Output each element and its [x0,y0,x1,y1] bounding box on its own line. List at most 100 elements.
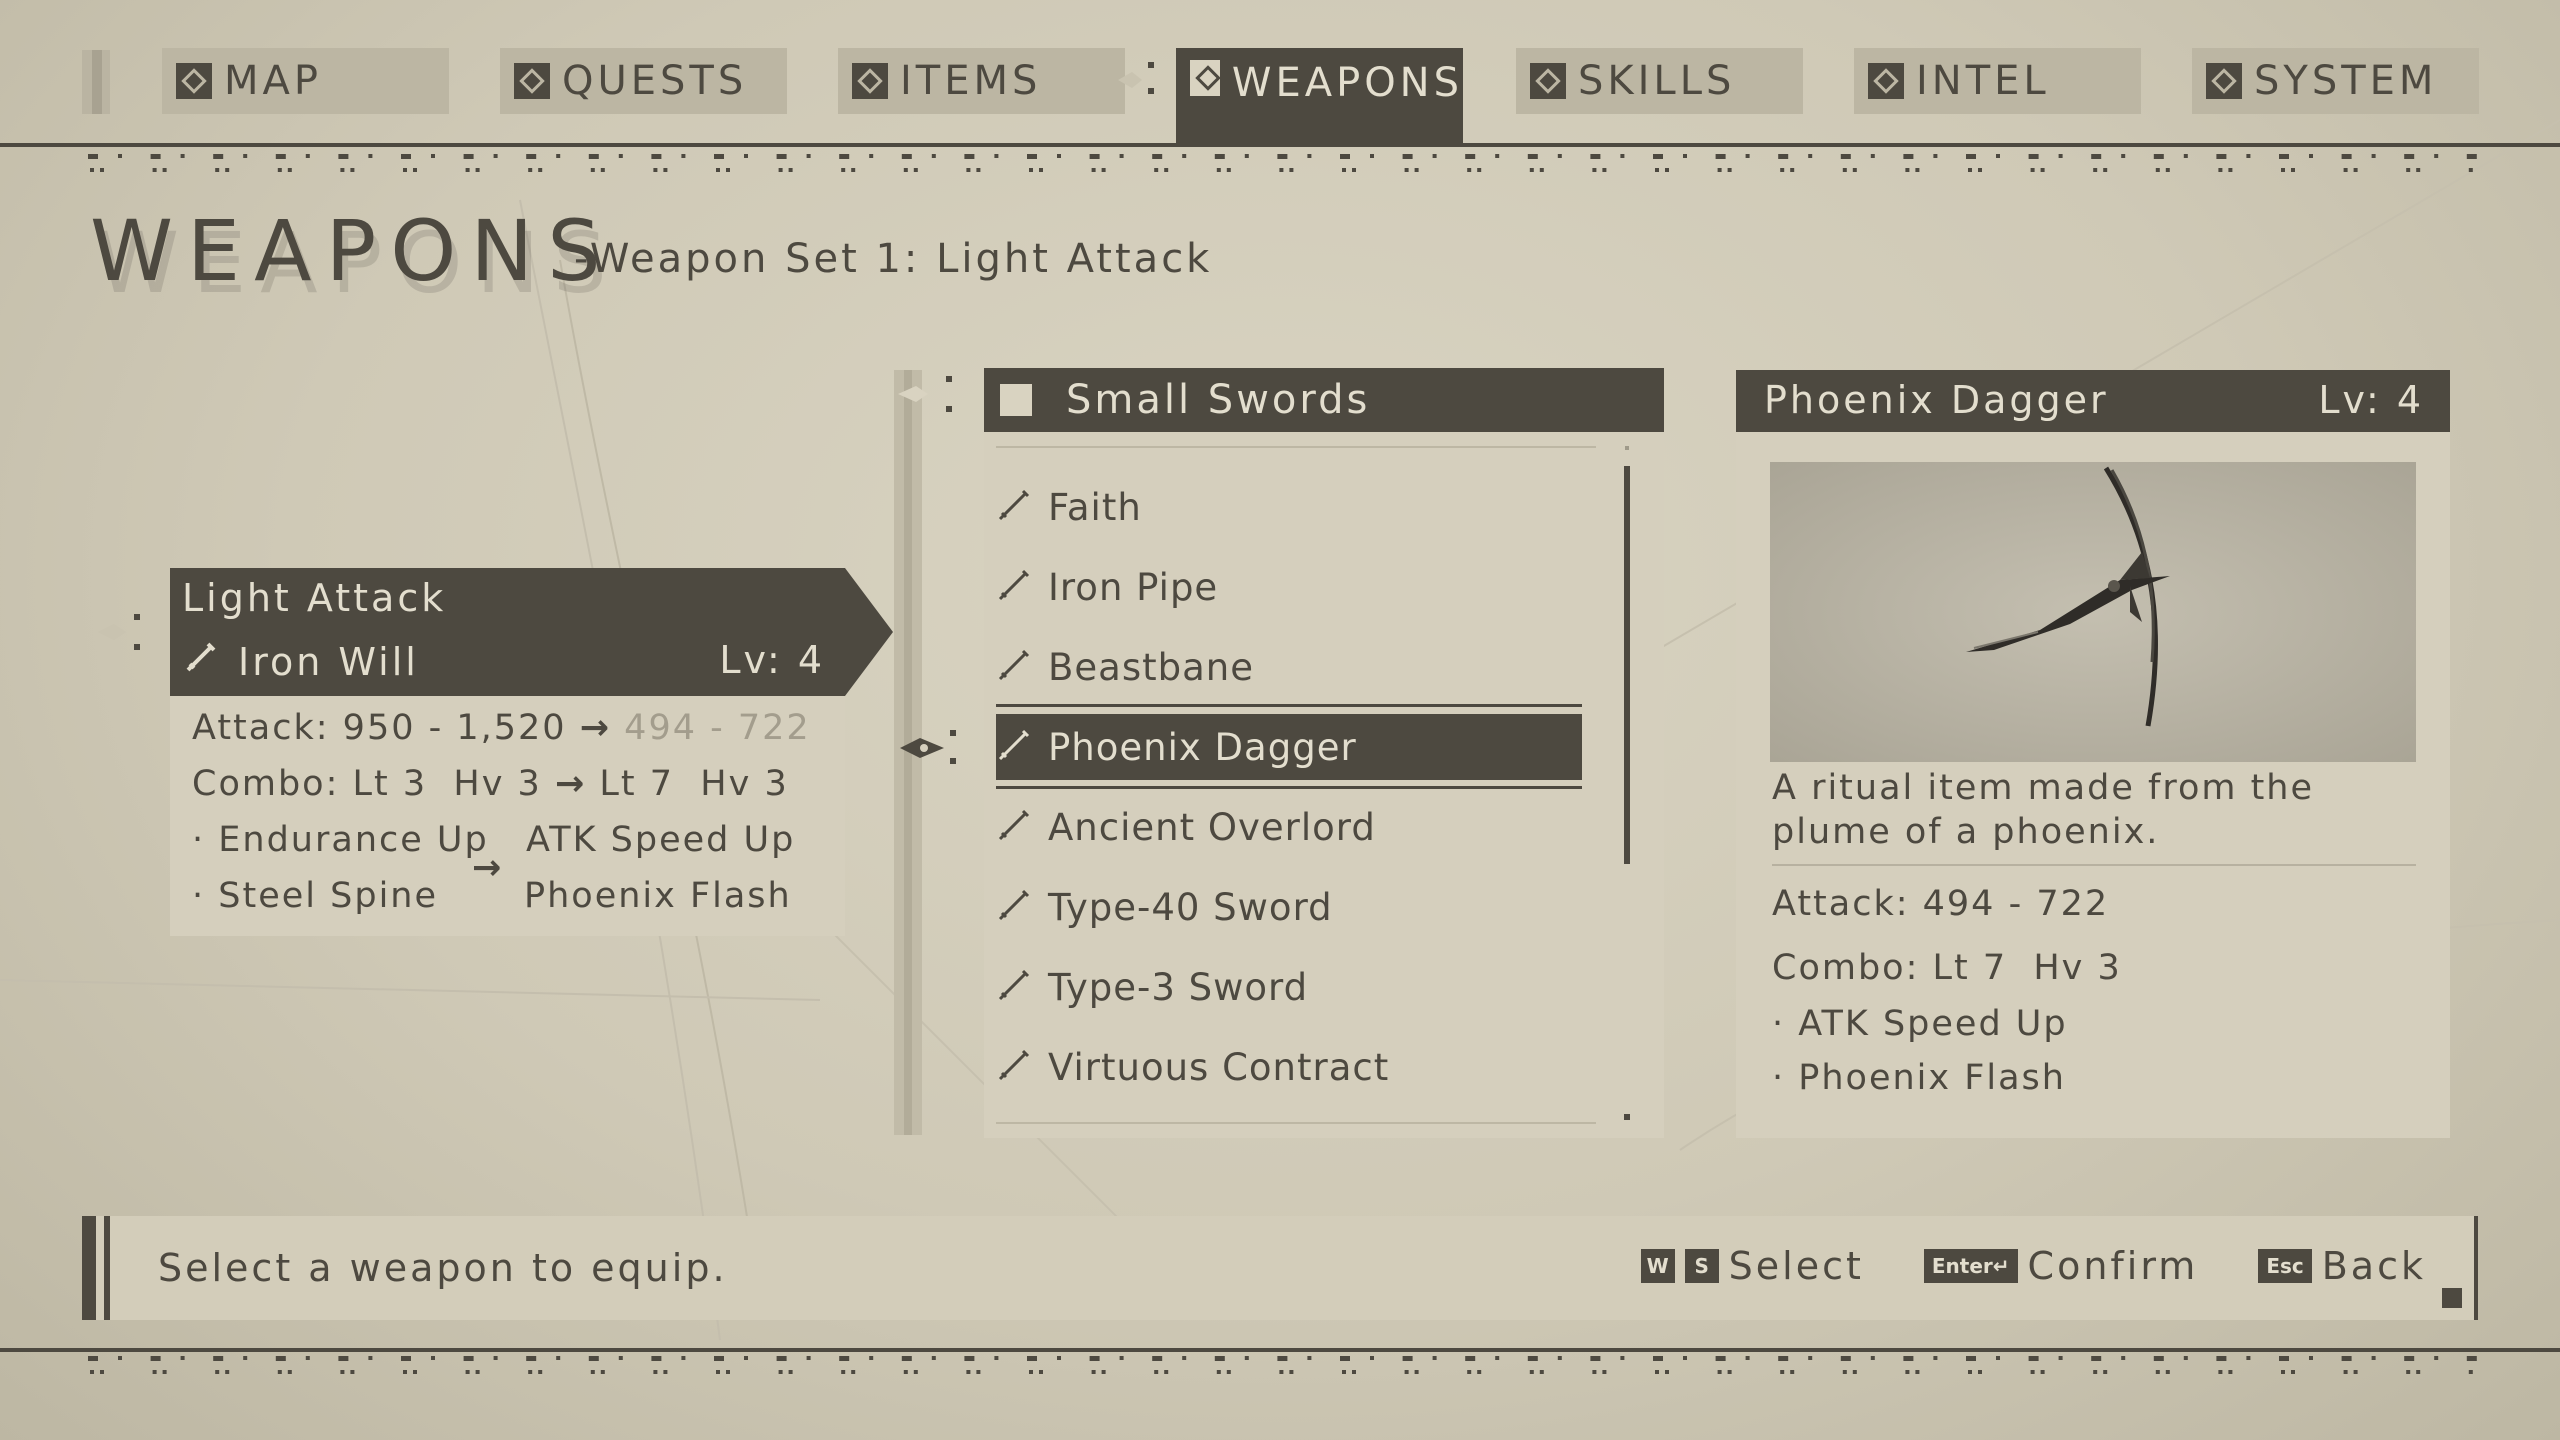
equipped-slot-header[interactable]: Light Attack Iron Will Lv: 4 [170,568,893,696]
ability-current-1: · Endurance Up [192,820,489,860]
equipped-weapon-name: Iron Will [238,639,419,684]
arrow-right-icon: → [579,708,612,748]
intel-icon [1868,63,1904,99]
weapon-preview-image [1770,462,2416,762]
selection-rule-bottom [996,786,1582,789]
detail-description: A ritual item made from the plume of a p… [1772,768,2315,852]
detail-combo: Combo: Lt 7 Hv 3 [1772,948,2122,988]
equipped-weapon: Iron Will [182,638,419,685]
weapon-name: Type-3 Sword [1048,965,1309,1009]
bottom-divider [0,1348,2560,1352]
weapon-category-header[interactable]: Small Swords [984,368,1664,432]
tab-intel[interactable]: INTEL [1854,48,2141,114]
ability-new-1: ATK Speed Up [526,820,796,860]
tab-system[interactable]: SYSTEM [2192,48,2479,114]
scroll-bottom-marker [1624,1114,1630,1120]
bullet: · [192,876,206,916]
items-icon [852,63,888,99]
weapon-detail-header: Phoenix Dagger Lv: 4 [1736,370,2450,432]
detail-ability-1: · ATK Speed Up [1772,1004,2068,1044]
help-text: Select a weapon to equip. [158,1246,728,1290]
top-navigation: MAP QUESTS ITEMS WEAPONS SKILLS INTEL SY… [0,0,2560,172]
list-item[interactable]: Iron Pipe [996,554,1582,620]
bullet: · [192,820,206,860]
sword-icon [996,727,1048,767]
tab-label: ITEMS [900,58,1042,104]
tab-quests[interactable]: QUESTS [500,48,787,114]
phoenix-dagger-illustration [1770,462,2416,762]
nav-edge-marker [82,50,110,114]
tab-items[interactable]: ITEMS [838,48,1125,114]
combo-new: Lt 7 Hv 3 [599,764,789,804]
back-hint[interactable]: Back [2322,1244,2426,1288]
arrow-right-icon: → [472,848,504,888]
scroll-top-marker [1625,446,1629,450]
sword-icon [996,567,1048,607]
esc-key-icon: Esc [2258,1249,2312,1283]
help-bar-edge [104,1216,110,1320]
weapon-name: Phoenix Dagger [1048,725,1357,769]
sword-icon [182,638,238,685]
slot-name: Light Attack [182,576,447,620]
sword-icon [996,887,1048,927]
attack-compare: Attack: 950 - 1,520 → 494 - 722 [192,708,811,748]
combo-label: Combo: [192,764,340,804]
list-item[interactable]: Type-3 Sword [996,954,1582,1020]
weapon-name: Iron Pipe [1048,565,1219,609]
help-bar-edge [82,1216,96,1320]
list-divider [996,446,1596,448]
page-title: WEAPONS [90,202,615,300]
slot-cursor-icon [98,614,140,650]
enter-key-icon: Enter↵ [1923,1249,2018,1283]
help-bar-edge-right [2474,1216,2478,1320]
list-item[interactable]: Beastbane [996,634,1582,700]
list-cursor-ghost-icon [898,376,952,412]
attack-current: 950 - 1,520 [342,708,567,748]
s-key-icon: S [1684,1249,1719,1283]
attack-new: 494 - 722 [624,708,811,748]
weapon-detail-panel: A ritual item made from the plume of a p… [1736,432,2450,1138]
map-icon [176,63,212,99]
ability-name: Phoenix Flash [1798,1058,2066,1098]
w-key-icon: W [1640,1249,1675,1283]
skills-icon [1530,63,1566,99]
sword-icon [996,647,1048,687]
tab-skills[interactable]: SKILLS [1516,48,1803,114]
sword-icon [996,1047,1048,1087]
nav-cursor-icon [1118,62,1154,94]
equipped-weapon-level: Lv: 4 [719,638,825,682]
list-item[interactable]: Virtuous Contract [996,1034,1582,1100]
list-divider [996,1122,1596,1124]
help-bar-corner [2442,1288,2462,1308]
category-square-icon [1000,384,1032,416]
combo-compare: Combo: Lt 3 Hv 3 → Lt 7 Hv 3 [192,764,789,804]
system-icon [2206,63,2242,99]
list-item[interactable]: Faith [996,474,1582,540]
tab-label: INTEL [1916,58,2050,104]
list-scrollbar[interactable] [1624,466,1630,864]
tab-label: WEAPONS [1231,60,1463,106]
weapon-name: Ancient Overlord [1048,805,1376,849]
weapon-list: Faith Iron Pipe Beastbane Phoenix Dagger… [984,432,1664,1138]
category-label: Small Swords [1066,377,1371,423]
select-hint[interactable]: Select [1729,1244,1864,1288]
detail-ability-2: · Phoenix Flash [1772,1058,2066,1098]
attack-label: Attack: [192,708,330,748]
ability-name: ATK Speed Up [1798,1004,2068,1044]
tab-label: SKILLS [1578,58,1736,104]
nav-divider [0,143,2560,147]
detail-weapon-name: Phoenix Dagger [1764,378,2109,422]
list-item[interactable]: Type-40 Sword [996,874,1582,940]
tab-map[interactable]: MAP [162,48,449,114]
weapon-name: Virtuous Contract [1048,1045,1390,1089]
list-item[interactable]: Ancient Overlord [996,794,1582,860]
bottom-dot-pattern [88,1356,2477,1374]
arrow-right-icon: → [554,764,587,804]
tab-weapons[interactable]: WEAPONS [1176,48,1463,144]
selection-rule-top [996,704,1582,707]
tab-label: QUESTS [562,58,748,104]
tab-label: SYSTEM [2254,58,2438,104]
weapon-name: Beastbane [1048,645,1254,689]
confirm-hint[interactable]: Confirm [2028,1244,2199,1288]
list-item-selected[interactable]: Phoenix Dagger [996,714,1582,780]
